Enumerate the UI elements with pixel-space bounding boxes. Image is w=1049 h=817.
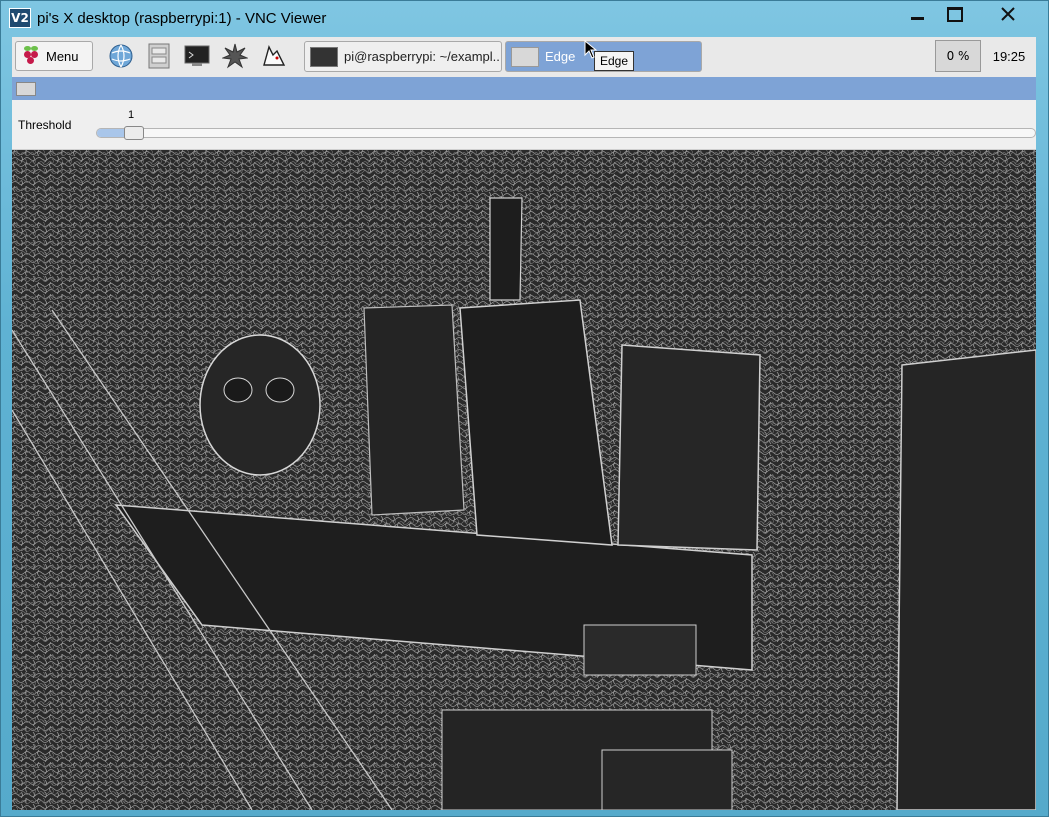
- maximize-button[interactable]: [936, 1, 974, 27]
- tooltip: Edge: [594, 51, 635, 71]
- edge-detection-image: [12, 150, 1036, 810]
- mouse-cursor-icon: [584, 40, 598, 59]
- window-icon: [511, 46, 539, 67]
- minimize-icon: [910, 16, 924, 20]
- window-title: pi's X desktop (raspberrypi:1) - VNC Vie…: [37, 10, 327, 27]
- edge-image-canvas: [12, 150, 1036, 810]
- door-shape: [896, 349, 1036, 810]
- menu-label: Menu: [46, 48, 79, 64]
- terminal-launcher[interactable]: [184, 43, 210, 69]
- vnc-window-frame: V2 pi's X desktop (raspberrypi:1) - VNC …: [0, 0, 1049, 817]
- remote-desktop[interactable]: Menu pi@raspberrypi: ~/exampl... Edge 0 …: [12, 37, 1036, 810]
- taskbar-item-label: pi@raspberrypi: ~/exampl...: [344, 49, 502, 64]
- threshold-slider-handle[interactable]: [124, 126, 144, 140]
- close-button[interactable]: [974, 1, 1042, 27]
- edge-window-titlebar[interactable]: [12, 77, 1036, 100]
- threshold-label: Threshold: [18, 118, 72, 132]
- raspberry-pi-icon: [22, 46, 40, 66]
- threshold-slider[interactable]: [96, 128, 1036, 138]
- taskbar-item-terminal[interactable]: pi@raspberrypi: ~/exampl...: [304, 41, 502, 72]
- lxde-taskbar: Menu pi@raspberrypi: ~/exampl... Edge 0 …: [12, 37, 1036, 78]
- threshold-value: 1: [128, 109, 135, 121]
- maximize-icon: [947, 6, 963, 22]
- star-burst-icon: [222, 43, 248, 69]
- close-icon: [1001, 7, 1015, 21]
- cpu-monitor[interactable]: 0 %: [935, 40, 981, 72]
- wolfram-launcher[interactable]: [261, 43, 287, 69]
- web-browser-launcher[interactable]: [108, 43, 134, 69]
- minimize-button[interactable]: [898, 1, 936, 27]
- file-cabinet-icon: [148, 43, 170, 69]
- wolf-icon: [263, 45, 286, 66]
- taskbar-item-label: Edge: [545, 49, 576, 64]
- frame-shape: [617, 344, 761, 551]
- globe-icon: [109, 44, 133, 68]
- terminal-icon: [184, 45, 210, 66]
- clock[interactable]: 19:25: [984, 49, 1034, 64]
- terminal-icon: [310, 46, 338, 67]
- file-manager-launcher[interactable]: [146, 43, 172, 69]
- vnc-titlebar[interactable]: V2 pi's X desktop (raspberrypi:1) - VNC …: [1, 1, 1049, 37]
- menu-button[interactable]: Menu: [15, 41, 93, 71]
- mathematica-launcher[interactable]: [222, 43, 248, 69]
- trackbar-panel: Threshold 1: [12, 100, 1036, 150]
- skull-shape: [199, 334, 321, 476]
- vnc-viewer-app-icon[interactable]: V2: [9, 8, 31, 28]
- window-icon: [16, 82, 36, 96]
